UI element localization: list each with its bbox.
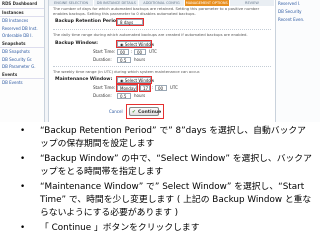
maintenance-select-window-label: Select Window [124, 78, 155, 84]
sidebar-section-snapshots: Snapshots [0, 40, 44, 48]
duration-label: Duration: [93, 56, 112, 62]
right-item-security[interactable]: DB Security [276, 8, 320, 16]
maintenance-duration-label: Duration: [93, 93, 112, 99]
hours-label: hours [134, 56, 146, 62]
backup-select-window-label: Select Window [124, 41, 155, 47]
sidebar-item-db-snapshots[interactable]: DB Snapshots [0, 48, 44, 56]
sidebar-title: RDS Dashboard [0, 0, 44, 9]
right-item-reserved[interactable]: Reserved I. [276, 0, 320, 8]
sidebar-section-instances: Instances [0, 9, 44, 17]
backup-select-window-radio[interactable]: ◉ Select Window [116, 39, 155, 48]
retention-description: The number of days for which automated b… [53, 6, 260, 16]
maintenance-minute-select[interactable]: 00 [155, 85, 167, 92]
maintenance-window-row: Maintenance Window: ◉ Select Window [53, 76, 271, 85]
backup-description: The daily time range during which automa… [53, 32, 248, 38]
sidebar-item-reserved[interactable]: Reserved DB Inst. [0, 25, 44, 33]
sidebar-item-db-instances[interactable]: DB Instances [0, 17, 44, 25]
backup-duration-row: Duration: 0.5 hours [53, 56, 271, 64]
maintenance-select-window-radio[interactable]: ◉ Select Window [116, 76, 155, 85]
instruction-item: “Backup Retention Period” で” 8”days を選択し… [18, 125, 312, 151]
launch-wizard: ENGINE SELECTION DB INSTANCE DETAILS ADD… [48, 0, 276, 122]
instruction-item: “Maintenance Window” で” Select Window” を… [18, 181, 312, 220]
retention-row: Backup Retention Period: 8 days [53, 18, 271, 27]
maintenance-duration-row: Duration: 0.5 hours [53, 93, 271, 100]
instruction-item: “Backup Window” の中で、“Select Window” を選択し… [18, 153, 312, 179]
right-panel: Reserved I. DB Security Recent Even. [276, 0, 320, 122]
utc-label: UTC [149, 48, 157, 54]
sidebar-item-db-events[interactable]: DB Events [0, 79, 44, 87]
maintenance-day-select[interactable]: Monday [116, 84, 138, 93]
colon: : [152, 85, 154, 91]
hours-label: hours [134, 93, 146, 99]
console-screenshot: RDS Dashboard Instances DB Instances Res… [0, 0, 320, 122]
divider [53, 65, 271, 67]
backup-duration-select[interactable]: 0.5 [117, 56, 131, 63]
backup-minute-select[interactable]: 00 [134, 48, 146, 55]
backup-window-label: Backup Window: [55, 40, 98, 46]
divider [53, 29, 271, 31]
backup-window-row: Backup Window: ◉ Select Window [53, 39, 271, 48]
maintenance-start-label: Start Time: [93, 85, 116, 91]
utc-label: UTC [170, 85, 178, 91]
maintenance-start-row: Start Time: Monday 17 : 00 UTC [53, 84, 271, 93]
sidebar-section-events: Events [0, 71, 44, 79]
right-item-events[interactable]: Recent Even. [276, 16, 320, 24]
continue-button[interactable]: Continue [129, 107, 161, 117]
sidebar-item-orderable[interactable]: Orderable DB I. [0, 32, 44, 40]
maintenance-window-label: Maintenance Window: [55, 77, 113, 83]
retention-label: Backup Retention Period: [55, 19, 122, 25]
instruction-list: “Backup Retention Period” で” 8”days を選択し… [18, 125, 312, 237]
cancel-link[interactable]: Cancel [109, 109, 123, 114]
start-time-label: Start Time: [93, 48, 116, 54]
instruction-item: 「 Continue 」ボタンをクリックします [18, 222, 312, 235]
maintenance-duration-select[interactable]: 0.5 [117, 93, 131, 100]
backup-hour-select[interactable]: 00 [117, 48, 129, 55]
sidebar-item-security-groups[interactable]: DB Security Gr. [0, 56, 44, 64]
backup-start-row: Start Time: 00 : 00 UTC [53, 48, 271, 56]
colon: : [131, 48, 133, 54]
retention-select[interactable]: 8 days [116, 18, 144, 27]
maintenance-description: The weekly time range (in UTC) during wh… [53, 68, 201, 74]
sidebar-item-parameter-groups[interactable]: DB Parameter G. [0, 63, 44, 71]
maintenance-hour-select[interactable]: 17 [139, 84, 151, 93]
sidebar: RDS Dashboard Instances DB Instances Res… [0, 0, 45, 122]
